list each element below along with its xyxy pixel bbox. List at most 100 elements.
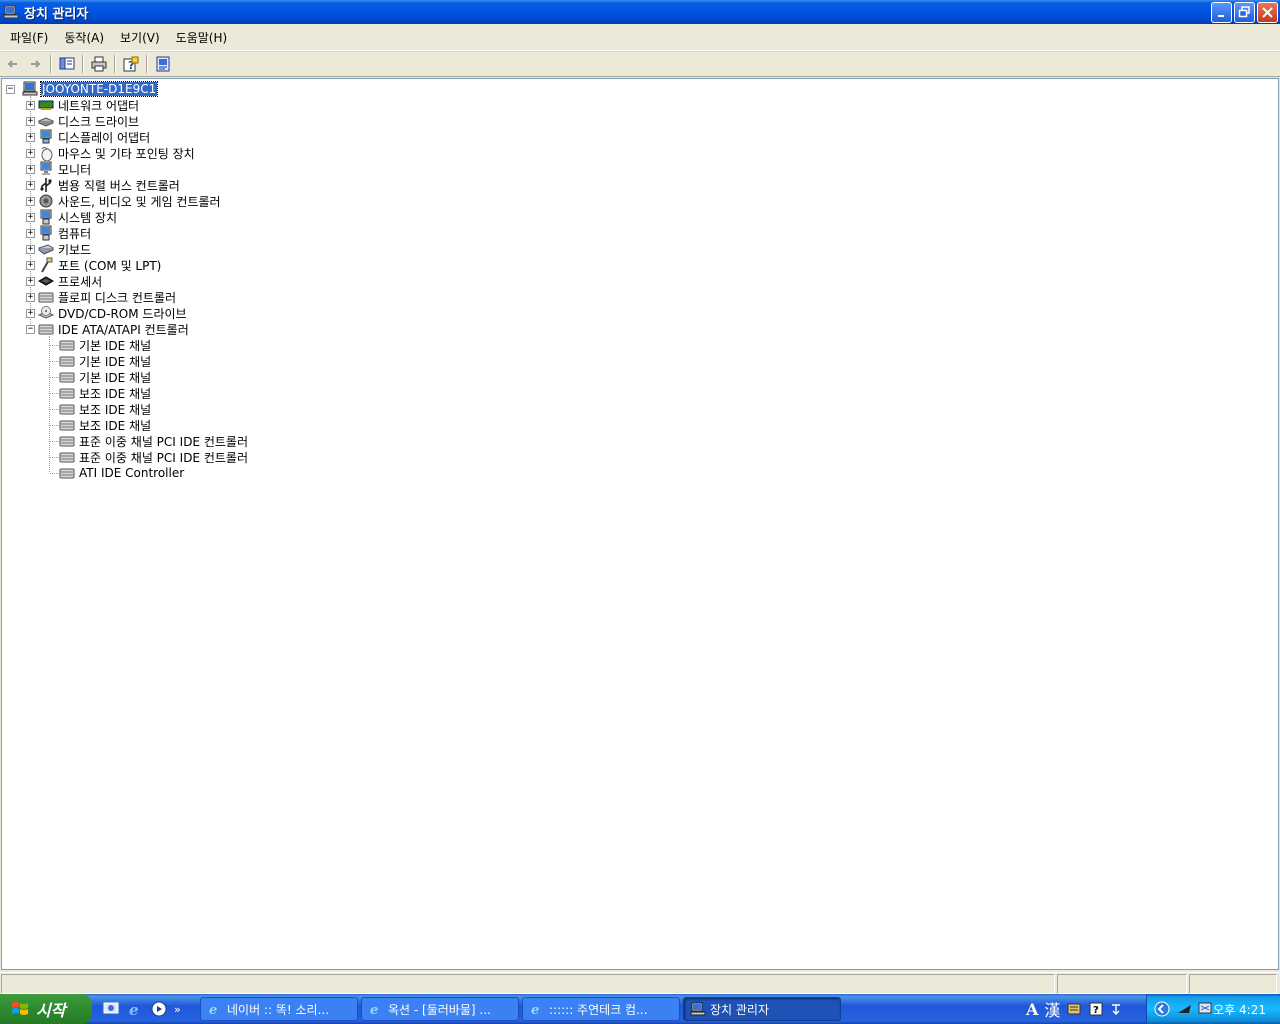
expand-toggle[interactable]: + [26, 181, 35, 190]
expand-toggle[interactable]: + [26, 149, 35, 158]
tree-item-dvd[interactable]: + DVD/CD-ROM 드라이브 [26, 305, 188, 321]
tree-item-ide-channel[interactable]: 보조 IDE 채널 [59, 385, 152, 401]
quick-launch: e » [102, 1000, 194, 1018]
menu-action[interactable]: 동작(A) [56, 28, 112, 48]
tree-item-keyboard[interactable]: + 키보드 [26, 241, 92, 257]
task-button[interactable]: e 옥션 - [둘러바물] ... [361, 997, 519, 1021]
tree-connector [50, 441, 59, 442]
ie-icon: e [531, 1003, 539, 1017]
title-bar[interactable]: 장치 관리자 [0, 0, 1280, 24]
tree-item-mouse[interactable]: + 마우스 및 기타 포인팅 장치 [26, 145, 196, 161]
forward-icon [31, 60, 41, 68]
expand-toggle[interactable]: + [26, 133, 35, 142]
tree-item-ide-channel[interactable]: 기본 IDE 채널 [59, 369, 152, 385]
tree-label: 사운드, 비디오 및 게임 컨트롤러 [58, 194, 221, 209]
tree-item-ide-channel[interactable]: 기본 IDE 채널 [59, 353, 152, 369]
restore-icon [1238, 6, 1250, 18]
tree-connector [50, 393, 59, 394]
ime-pad-icon[interactable] [1066, 1001, 1082, 1017]
media-player-icon[interactable] [150, 1000, 168, 1018]
start-button[interactable]: 시작 [0, 994, 92, 1024]
tray-expand-icon[interactable] [1153, 1000, 1171, 1018]
desktop-icon[interactable] [102, 1000, 120, 1018]
tree-item-ide-controller-device[interactable]: 표준 이중 채널 PCI IDE 컨트롤러 [59, 449, 249, 465]
keyboard-icon [38, 244, 54, 255]
expand-toggle[interactable]: + [26, 213, 35, 222]
tree-label: 시스템 장치 [58, 210, 118, 225]
minimize-button[interactable] [1211, 2, 1232, 23]
tree-item-processor[interactable]: + 프로세서 [26, 273, 103, 289]
menu-help[interactable]: 도움말(H) [168, 28, 236, 48]
tree-item-sound[interactable]: + 사운드, 비디오 및 게임 컨트롤러 [26, 193, 222, 209]
network-status-icon[interactable] [1197, 1001, 1213, 1017]
tree-item-monitor[interactable]: + 모니터 [26, 161, 92, 177]
task-button-active[interactable]: 장치 관리자 [683, 997, 841, 1021]
restore-button[interactable] [1234, 2, 1255, 23]
quick-launch-overflow-icon[interactable]: » [174, 1003, 181, 1016]
ie-icon[interactable]: e [126, 1000, 144, 1018]
properties-button[interactable] [152, 53, 174, 75]
tree-item-floppy-controller[interactable]: + 플로피 디스크 컨트롤러 [26, 289, 177, 305]
ime-help-icon[interactable]: ? [1088, 1001, 1104, 1017]
tree-item-ide-controller[interactable]: − IDE ATA/ATAPI 컨트롤러 [26, 321, 190, 337]
print-button[interactable] [88, 53, 110, 75]
tray-app-icon[interactable] [1177, 1001, 1193, 1017]
expand-toggle[interactable]: + [26, 101, 35, 110]
tree-connector [50, 425, 59, 426]
menu-bar: 파일(F) 동작(A) 보기(V) 도움말(H) [0, 25, 1280, 51]
tree-item-display-adapter[interactable]: + 디스플레이 어댑터 [26, 129, 151, 145]
tree-connector [50, 409, 59, 410]
tree-item-network-adapter[interactable]: + 네트워크 어댑터 [26, 97, 140, 113]
device-tree[interactable]: − JOOYONTE-D1E9C1 + 네트워크 어댑터 + 디스크 드라이브 … [1, 78, 1279, 970]
tree-item-ide-controller-device[interactable]: ATI IDE Controller [59, 465, 185, 481]
tree-connector [50, 345, 59, 346]
port-icon [41, 257, 53, 273]
tree-root-node[interactable]: − JOOYONTE-D1E9C1 [6, 81, 159, 97]
tree-item-usb[interactable]: + 범용 직렬 버스 컨트롤러 [26, 177, 181, 193]
forward-button[interactable] [24, 53, 46, 75]
close-button[interactable] [1257, 2, 1278, 23]
menu-view[interactable]: 보기(V) [112, 28, 168, 48]
menu-file[interactable]: 파일(F) [2, 28, 56, 48]
collapse-toggle[interactable]: − [6, 85, 15, 94]
toolbar: ? [0, 51, 1280, 77]
tree-item-ports[interactable]: + 포트 (COM 및 LPT) [26, 257, 162, 273]
help-button[interactable]: ? [120, 53, 142, 75]
device-manager-icon [3, 5, 19, 19]
task-button[interactable]: e :::::: 주연테크 컴... [522, 997, 680, 1021]
task-button[interactable]: e 네이버 :: 똑! 소리... [200, 997, 358, 1021]
tree-item-computer[interactable]: + 컴퓨터 [26, 225, 92, 241]
processor-icon [38, 276, 54, 286]
status-pane-2 [1057, 974, 1187, 994]
tree-item-disk-drive[interactable]: + 디스크 드라이브 [26, 113, 140, 129]
expand-toggle[interactable]: + [26, 165, 35, 174]
ime-mode-indicator[interactable]: A [1026, 1000, 1038, 1019]
expand-toggle[interactable]: + [26, 229, 35, 238]
show-hide-tree-button[interactable] [56, 53, 78, 75]
tree-item-system-devices[interactable]: + 시스템 장치 [26, 209, 118, 225]
expand-toggle[interactable]: + [26, 293, 35, 302]
ide-controller-icon [38, 324, 54, 335]
hanja-indicator[interactable]: 漢 [1044, 997, 1060, 1021]
clock[interactable]: 오후 4:21 [1213, 1001, 1266, 1018]
tree-label: 네트워크 어댑터 [58, 98, 140, 113]
expand-toggle[interactable]: + [26, 117, 35, 126]
expand-toggle[interactable]: + [26, 309, 35, 318]
windows-logo-icon [12, 1002, 28, 1015]
tree-label: 키보드 [58, 242, 92, 257]
tree-label: DVD/CD-ROM 드라이브 [58, 306, 187, 321]
svg-text:e: e [370, 1003, 378, 1017]
expand-toggle[interactable]: + [26, 197, 35, 206]
tree-item-ide-channel[interactable]: 보조 IDE 채널 [59, 401, 152, 417]
expand-toggle[interactable]: + [26, 277, 35, 286]
collapse-toggle[interactable]: − [26, 325, 35, 334]
tree-item-ide-channel[interactable]: 보조 IDE 채널 [59, 417, 152, 433]
language-options-icon[interactable] [1110, 1001, 1122, 1017]
svg-text:e: e [129, 1001, 139, 1018]
expand-toggle[interactable]: + [26, 261, 35, 270]
back-button[interactable] [2, 53, 24, 75]
expand-toggle[interactable]: + [26, 245, 35, 254]
ide-channel-icon [59, 372, 75, 383]
tree-item-ide-channel[interactable]: 기본 IDE 채널 [59, 337, 152, 353]
tree-item-ide-controller-device[interactable]: 표준 이중 채널 PCI IDE 컨트롤러 [59, 433, 249, 449]
